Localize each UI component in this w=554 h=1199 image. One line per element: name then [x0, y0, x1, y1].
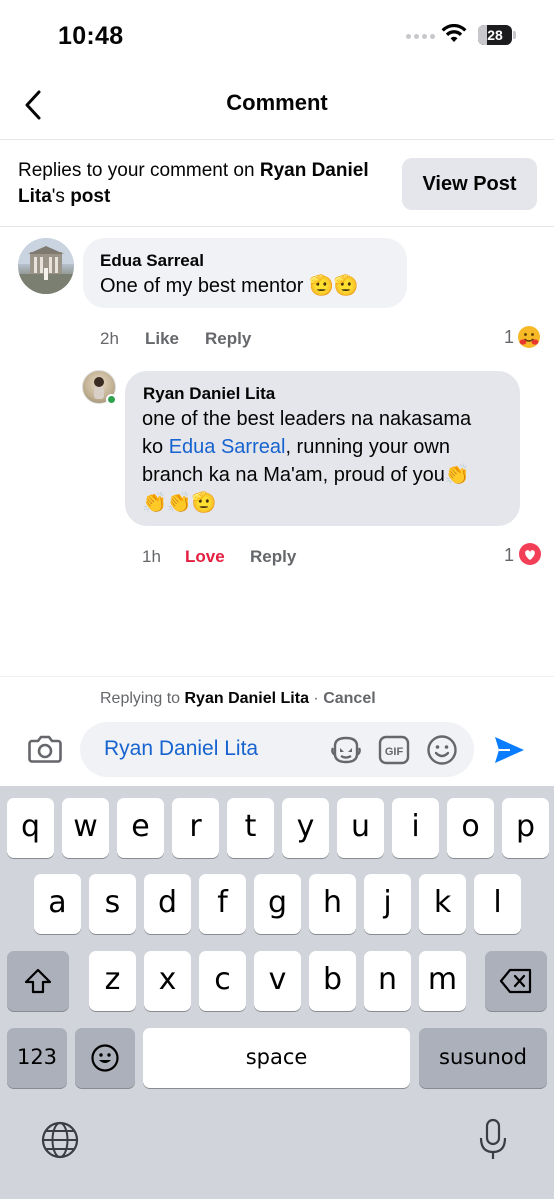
- key-s[interactable]: s: [89, 874, 136, 934]
- key-i[interactable]: i: [392, 798, 439, 858]
- backspace-key[interactable]: [485, 951, 547, 1011]
- shift-key[interactable]: [7, 951, 69, 1011]
- microphone-icon[interactable]: [478, 1118, 508, 1162]
- svg-text:GIF: GIF: [385, 746, 404, 758]
- key-r[interactable]: r: [172, 798, 219, 858]
- reply-bubble[interactable]: Ryan Daniel Lita one of the best leaders…: [125, 371, 520, 526]
- reply-line-3: branch ka na Ma'am, proud of you👏: [142, 464, 470, 486]
- status-bar: 10:48 28: [0, 0, 554, 72]
- cancel-reply-button[interactable]: Cancel: [323, 690, 375, 707]
- key-y[interactable]: y: [282, 798, 329, 858]
- key-x[interactable]: x: [144, 951, 191, 1011]
- online-status-indicator: [106, 394, 117, 405]
- key-w[interactable]: w: [62, 798, 109, 858]
- reaction-count[interactable]: 1: [504, 327, 514, 348]
- hugging-face-emoji-icon[interactable]: [517, 325, 541, 349]
- reply-context-banner: Replies to your comment on Ryan Daniel L…: [0, 141, 554, 227]
- emoji-keyboard-key[interactable]: [75, 1028, 135, 1088]
- banner-text: Replies to your comment on Ryan Daniel L…: [18, 160, 369, 207]
- comment-input-text[interactable]: Ryan Daniel Lita: [104, 737, 258, 761]
- key-e[interactable]: e: [117, 798, 164, 858]
- keyboard: qwertyuiop asdfghjkl zxcvbnm 123 space s…: [0, 786, 554, 1199]
- camera-icon[interactable]: [27, 733, 63, 765]
- comment-bubble[interactable]: Edua Sarreal One of my best mentor 🫡🫡: [83, 238, 407, 308]
- wifi-icon: [441, 24, 467, 42]
- status-time: 10:48: [58, 22, 124, 50]
- reply-author[interactable]: Ryan Daniel Lita: [143, 384, 275, 404]
- avatar-sticker-icon[interactable]: [330, 734, 362, 766]
- navigation-bar: Comment: [0, 72, 554, 140]
- comment-author[interactable]: Edua Sarreal: [100, 251, 204, 271]
- globe-icon[interactable]: [40, 1120, 80, 1160]
- view-post-button[interactable]: View Post: [402, 158, 537, 210]
- reply-time: 1h: [142, 547, 161, 566]
- comment-input[interactable]: Ryan Daniel Lita GIF: [80, 722, 474, 777]
- key-d[interactable]: d: [144, 874, 191, 934]
- cellular-signal-icon: [406, 34, 435, 39]
- reply-line-1: one of the best leaders na nakasama: [142, 408, 472, 430]
- mention-link[interactable]: Edua Sarreal: [169, 436, 286, 458]
- love-button[interactable]: Love: [185, 547, 225, 567]
- key-f[interactable]: f: [199, 874, 246, 934]
- key-h[interactable]: h: [309, 874, 356, 934]
- comment-text: One of my best mentor 🫡🫡: [100, 275, 359, 297]
- key-k[interactable]: k: [419, 874, 466, 934]
- return-key[interactable]: susunod: [419, 1028, 547, 1088]
- key-c[interactable]: c: [199, 951, 246, 1011]
- key-p[interactable]: p: [502, 798, 549, 858]
- reply-line-4: 👏👏🫡: [142, 492, 217, 514]
- heart-reaction-icon[interactable]: [518, 542, 542, 566]
- comment-time: 2h: [100, 329, 119, 348]
- page-title: Comment: [226, 90, 328, 115]
- key-a[interactable]: a: [34, 874, 81, 934]
- reply-reaction-count[interactable]: 1: [504, 545, 514, 566]
- key-l[interactable]: l: [474, 874, 521, 934]
- key-t[interactable]: t: [227, 798, 274, 858]
- reply-to-reply-button[interactable]: Reply: [250, 547, 296, 567]
- comment-composer: Replying to Ryan Daniel Lita · Cancel Ry…: [0, 676, 554, 786]
- key-j[interactable]: j: [364, 874, 411, 934]
- key-o[interactable]: o: [447, 798, 494, 858]
- avatar-edua-sarreal[interactable]: [18, 238, 74, 294]
- battery-level: 28: [487, 27, 503, 43]
- key-m[interactable]: m: [419, 951, 466, 1011]
- numbers-key[interactable]: 123: [7, 1028, 67, 1088]
- reply-button[interactable]: Reply: [205, 329, 251, 349]
- key-z[interactable]: z: [89, 951, 136, 1011]
- key-b[interactable]: b: [309, 951, 356, 1011]
- reply-line-2: ko Edua Sarreal, running your own: [142, 436, 450, 458]
- emoji-icon[interactable]: [426, 734, 458, 766]
- battery-icon: 28: [478, 25, 516, 45]
- key-v[interactable]: v: [254, 951, 301, 1011]
- saluting-face-emoji: 🫡🫡: [308, 275, 359, 297]
- send-icon[interactable]: [492, 733, 526, 767]
- key-u[interactable]: u: [337, 798, 384, 858]
- key-q[interactable]: q: [7, 798, 54, 858]
- clapping-hands-emoji: 👏: [444, 464, 470, 486]
- key-n[interactable]: n: [364, 951, 411, 1011]
- like-button[interactable]: Like: [145, 329, 179, 349]
- key-g[interactable]: g: [254, 874, 301, 934]
- space-key[interactable]: space: [143, 1028, 410, 1088]
- gif-icon[interactable]: GIF: [378, 735, 410, 765]
- replying-to-label: Replying to Ryan Daniel Lita · Cancel: [100, 690, 376, 707]
